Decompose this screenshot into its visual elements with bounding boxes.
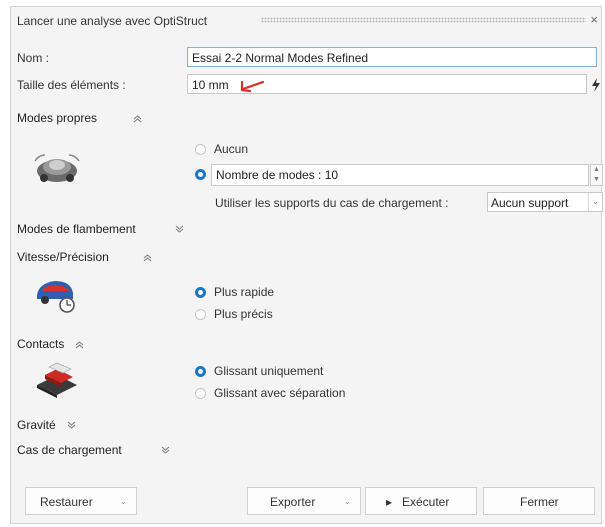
section-gravite[interactable]: Gravité: [17, 418, 56, 432]
element-size-value: 10 mm: [192, 78, 229, 92]
modes-stepper[interactable]: ▲ ▼: [590, 164, 603, 186]
section-modes-flambement[interactable]: Modes de flambement: [17, 222, 136, 236]
fermer-button[interactable]: Fermer: [483, 487, 595, 515]
fermer-button-label: Fermer: [520, 495, 559, 509]
play-icon: ▸: [386, 495, 393, 509]
stepper-down-icon[interactable]: ▼: [591, 175, 602, 185]
nombre-de-modes-label: Nombre de modes : 10: [216, 168, 339, 182]
chevron-down-icon: ⌄: [344, 497, 351, 506]
radio-plus-rapide[interactable]: [195, 287, 206, 298]
executer-button-label: Exécuter: [402, 495, 450, 509]
section-vitesse-precision[interactable]: Vitesse/Précision: [17, 250, 109, 264]
chevron-down-icon: ⌄: [588, 193, 602, 211]
close-icon[interactable]: ×: [590, 13, 598, 26]
supports-label: Utiliser les supports du cas de chargeme…: [215, 196, 449, 210]
name-input-value: Essai 2-2 Normal Modes Refined: [192, 51, 369, 65]
section-modes-propres[interactable]: Modes propres: [17, 111, 97, 125]
optistruct-run-dialog: Lancer une analyse avec OptiStruct × Nom…: [10, 6, 603, 524]
dialog-title: Lancer une analyse avec OptiStruct: [17, 14, 208, 28]
name-input[interactable]: Essai 2-2 Normal Modes Refined: [187, 47, 597, 67]
radio-aucun[interactable]: [195, 144, 206, 155]
radio-glissant-uniquement-label: Glissant uniquement: [214, 364, 324, 378]
lightning-icon[interactable]: [591, 78, 601, 92]
element-size-label: Taille des éléments :: [17, 78, 126, 92]
stepper-up-icon[interactable]: ▲: [591, 165, 602, 175]
radio-plus-precis[interactable]: [195, 309, 206, 320]
radio-glissant-separation-label: Glissant avec séparation: [214, 386, 346, 400]
title-bar[interactable]: Lancer une analyse avec OptiStruct ×: [11, 7, 601, 31]
restaurer-button-label: Restaurer: [40, 495, 93, 509]
chevron-down-double-icon[interactable]: [161, 446, 170, 455]
radio-nombre-de-modes[interactable]: [195, 169, 206, 180]
restaurer-button[interactable]: Restaurer ⌄: [25, 487, 137, 515]
chevron-up-icon[interactable]: [143, 253, 152, 262]
car-modes-icon: [34, 154, 80, 182]
nombre-de-modes-field[interactable]: Nombre de modes : 10: [211, 164, 589, 186]
name-label: Nom :: [17, 51, 50, 65]
executer-button[interactable]: ▸ Exécuter: [365, 487, 477, 515]
radio-glissant-separation[interactable]: [195, 388, 206, 399]
supports-select-value: Aucun support: [491, 196, 569, 210]
red-arrow-annotation: [240, 80, 265, 93]
supports-select[interactable]: Aucun support ⌄: [487, 192, 603, 212]
chevron-down-icon: ⌄: [120, 497, 127, 506]
section-cas-chargement[interactable]: Cas de chargement: [17, 443, 122, 457]
section-contacts[interactable]: Contacts: [17, 337, 64, 351]
contacts-icon: [37, 362, 77, 398]
radio-plus-rapide-label: Plus rapide: [214, 285, 275, 299]
speed-precision-icon: [37, 281, 75, 313]
exporter-button[interactable]: Exporter ⌄: [247, 487, 361, 515]
radio-plus-precis-label: Plus précis: [214, 307, 273, 321]
chevron-up-icon[interactable]: [75, 340, 84, 349]
exporter-button-label: Exporter: [270, 495, 316, 509]
radio-glissant-uniquement[interactable]: [195, 366, 206, 377]
chevron-down-double-icon[interactable]: [175, 225, 184, 234]
chevron-down-double-icon[interactable]: [67, 421, 76, 430]
chevron-up-icon[interactable]: [133, 114, 142, 123]
drag-grip[interactable]: [261, 17, 586, 23]
radio-aucun-label: Aucun: [214, 142, 249, 156]
